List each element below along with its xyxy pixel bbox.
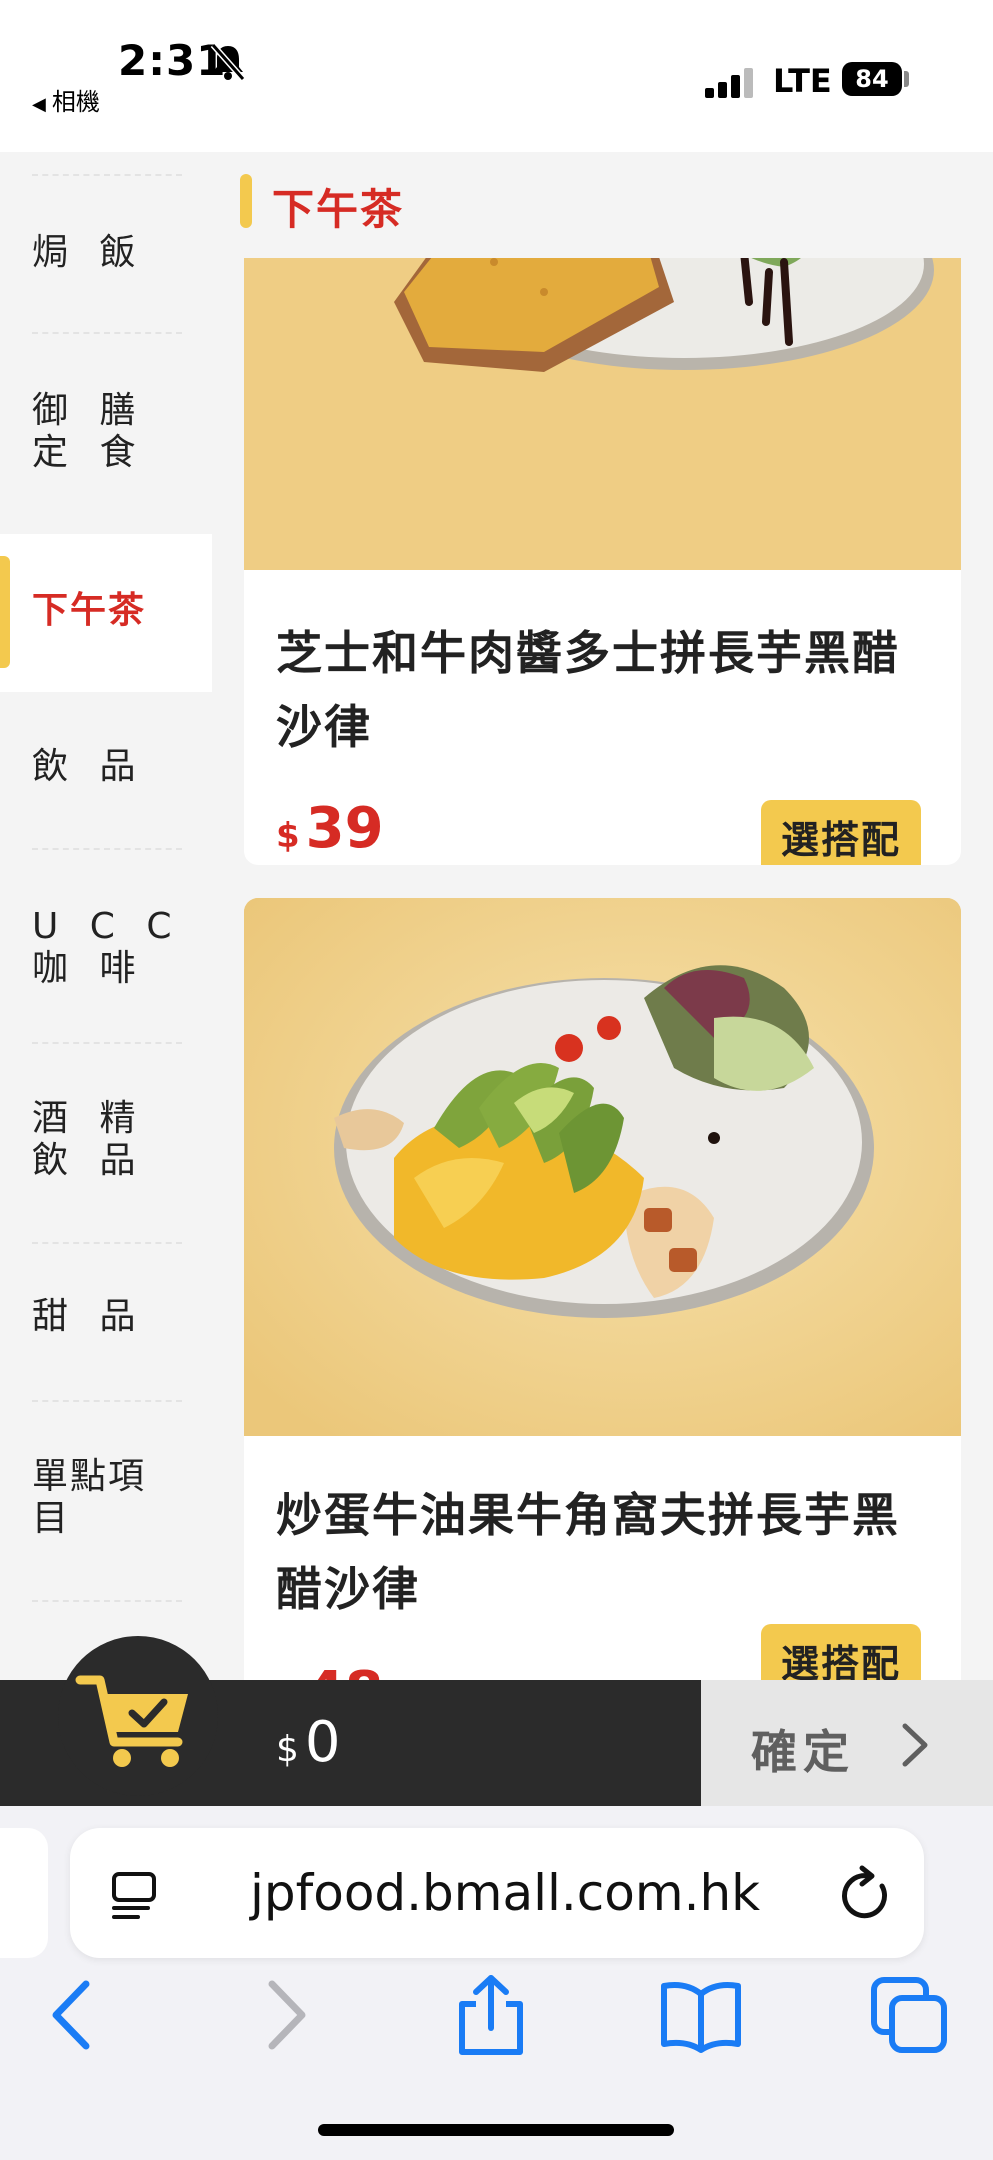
sidebar-item-desserts[interactable]: 甜 品 (0, 1244, 212, 1400)
page-menu-icon (112, 1872, 156, 1919)
forward-arrow-icon[interactable] (240, 1970, 330, 2060)
confirm-label: 確定 (751, 1725, 855, 1779)
address-bar[interactable]: jpfood.bmall.com.hk (70, 1828, 924, 1958)
sidebar-item-label: U C C 咖 啡 (32, 906, 182, 989)
sidebar-item-label: 單點項 目 (32, 1456, 147, 1539)
sidebar-divider (32, 1600, 182, 1602)
sidebar-item-label: 飲 品 (32, 746, 146, 787)
confirm-button[interactable]: 確定 (701, 1680, 993, 1806)
sidebar-item-a-la-carte[interactable]: 單點項 目 (0, 1402, 212, 1598)
cart-amount: 0 (304, 1710, 341, 1775)
home-indicator (318, 2124, 674, 2136)
bookmarks-icon[interactable] (656, 1970, 746, 2060)
battery-tip (904, 71, 909, 87)
status-bar: 2:31 ◀ 相機 LTE 84 (0, 0, 993, 152)
choose-option-button[interactable]: 選搭配 (761, 800, 921, 865)
sidebar-item-drinks[interactable]: 飲 品 (0, 692, 212, 848)
choose-option-button[interactable]: 選搭配 (761, 1624, 921, 1680)
sidebar-item-label: 焗 飯 (32, 232, 146, 273)
sidebar-item-alcohol[interactable]: 酒 精 飲 品 (0, 1044, 212, 1242)
sidebar-item-label: 御 膳 定 食 (32, 390, 146, 473)
section-header: 下午茶 (212, 152, 993, 258)
sidebar-item-baked-rice[interactable]: 焗 飯 (0, 176, 212, 332)
sidebar-item-set-meal[interactable]: 御 膳 定 食 (0, 334, 212, 534)
product-image (244, 898, 961, 1436)
sidebar-item-label: 甜 品 (32, 1296, 146, 1337)
product-list[interactable]: 下午茶 芝士和牛肉醬多士拼長芋黑醋沙律 $39 選搭配 炒蛋牛油果牛角窩夫拼長芋… (212, 152, 993, 1680)
price-amount: 48 (306, 1660, 384, 1680)
product-name: 芝士和牛肉醬多士拼長芋黑醋沙律 (276, 626, 900, 754)
tabs-icon[interactable] (864, 1970, 954, 2060)
product-price: $39 (276, 796, 384, 861)
product-price: $48 (276, 1660, 384, 1680)
back-arrow-icon[interactable] (28, 1970, 118, 2060)
bell-slash-icon (210, 43, 246, 81)
price-amount: 39 (305, 796, 384, 861)
sidebar-item-ucc-coffee[interactable]: U C C 咖 啡 (0, 850, 212, 1040)
url-text: jpfood.bmall.com.hk (250, 1864, 761, 1922)
active-indicator (0, 556, 10, 668)
back-triangle-icon: ◀ (32, 94, 46, 115)
cart-total: $0 (276, 1710, 341, 1775)
cart-currency: $ (276, 1729, 299, 1770)
back-app-label: 相機 (51, 88, 100, 116)
product-card[interactable]: 芝士和牛肉醬多士拼長芋黑醋沙律 $39 選搭配 (244, 192, 961, 865)
share-icon[interactable] (446, 1970, 536, 2060)
cart-bar: $0 確定 (0, 1636, 993, 1806)
shopping-cart-icon (75, 1675, 188, 1767)
previous-tab-preview[interactable] (0, 1828, 48, 1958)
chevron-right-icon (902, 1723, 928, 1767)
product-card[interactable]: 炒蛋牛油果牛角窩夫拼長芋黑醋沙律 $48 選搭配 (244, 898, 961, 1680)
reload-icon[interactable] (838, 1864, 894, 1924)
category-sidebar: 焗 飯 御 膳 定 食 下午茶 飲 品 U C C 咖 啡 酒 精 飲 品 甜 … (0, 152, 212, 1680)
price-currency: $ (276, 816, 300, 856)
battery-icon: 84 (842, 62, 902, 96)
signal-icon (705, 68, 753, 98)
section-accent-bar (240, 174, 252, 228)
product-name: 炒蛋牛油果牛角窩夫拼長芋黑醋沙律 (276, 1488, 900, 1616)
section-title: 下午茶 (272, 185, 405, 234)
back-to-app-link[interactable]: ◀ 相機 (32, 82, 100, 117)
network-type: LTE (773, 62, 832, 100)
sidebar-item-label: 下午茶 (32, 590, 147, 631)
sidebar-item-label: 酒 精 飲 品 (32, 1098, 146, 1181)
sidebar-item-afternoon-tea[interactable]: 下午茶 (0, 534, 212, 692)
